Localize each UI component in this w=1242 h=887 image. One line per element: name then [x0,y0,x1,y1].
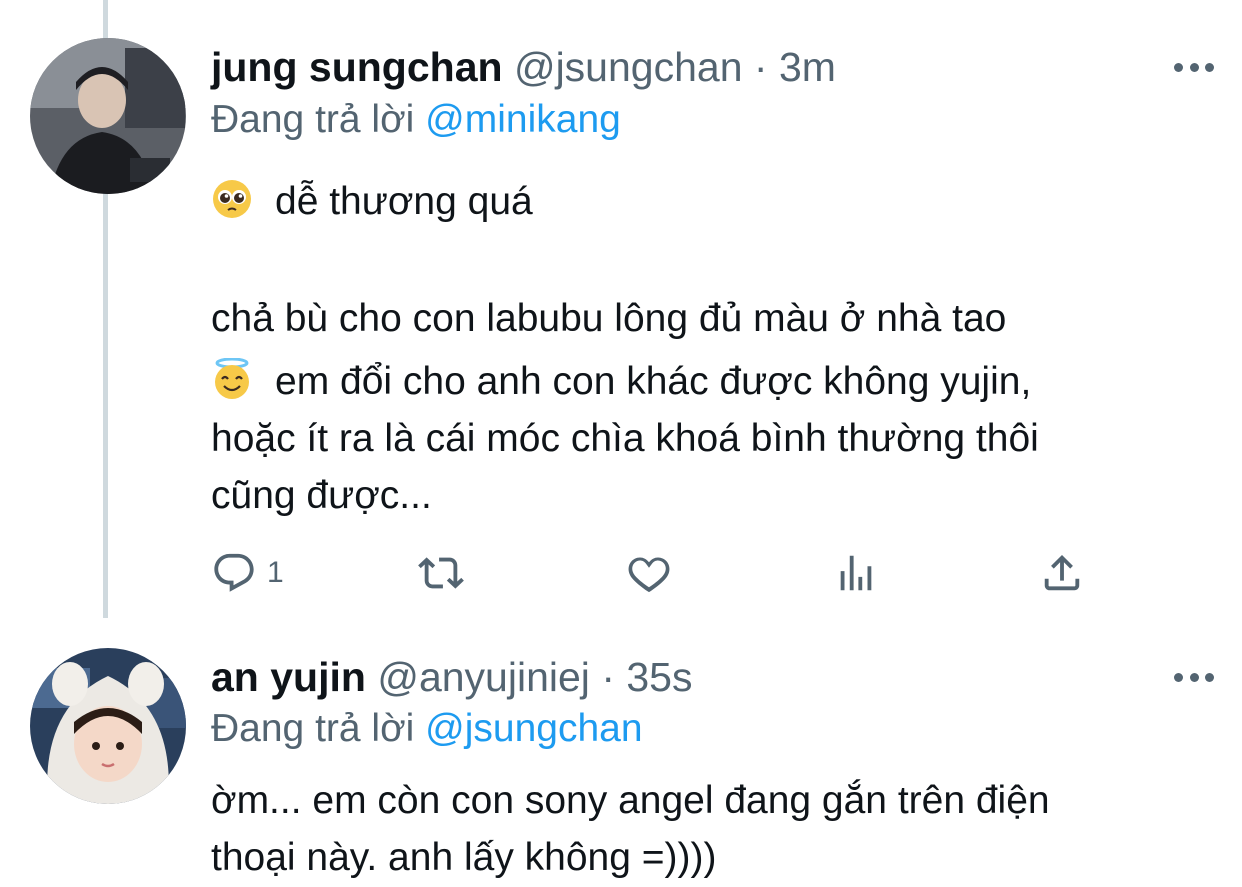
author-handle[interactable]: @jsungchan [514,44,743,90]
retweet-button[interactable] [416,543,466,603]
avatar[interactable] [30,38,186,194]
tweet-text: dễ thương quá chả bù cho con labubu lông… [211,173,1211,524]
pleading-face-emoji [213,180,251,218]
replying-to-label: Đang trả lời [211,707,415,750]
tweet-line: em đổi cho anh con khác được không yujin… [275,360,1032,403]
smiling-face-with-halo-emoji [215,358,249,399]
share-button[interactable] [1039,543,1085,603]
reply-button[interactable]: 1 [211,543,284,603]
tweet-timestamp[interactable]: 3m [779,44,836,90]
tweet-header: jung sungchan @jsungchan · 3m [211,39,836,95]
tweet-anyujiniej[interactable]: an yujin @anyujiniej · 35s Đang trả lời … [0,640,1242,887]
tweet-header: an yujin @anyujiniej · 35s [211,649,692,705]
heart-icon [628,557,670,593]
author-name[interactable]: an yujin [211,654,366,700]
tweet-line: ờm... em còn con sony angel đang gắn trê… [211,779,1050,822]
tweet-text: ờm... em còn con sony angel đang gắn trê… [211,772,1211,886]
tweet-actions: 1 [211,543,1111,603]
replying-to-mention[interactable]: @minikang [425,98,621,141]
author-handle[interactable]: @anyujiniej [377,654,590,700]
analytics-button[interactable] [833,543,879,603]
analytics-bars-icon [840,555,872,591]
author-name[interactable]: jung sungchan [211,44,503,90]
separator-dot: · [601,654,615,700]
tweet-line: dễ thương quá [275,180,533,223]
tweet-line: chả bù cho con labubu lông đủ màu ở nhà … [211,297,1007,340]
tweet-jsungchan[interactable]: jung sungchan @jsungchan · 3m Đang trả l… [0,0,1242,640]
more-dots-icon[interactable] [1174,60,1214,74]
reply-bubble-icon [214,553,254,592]
replying-to-label: Đang trả lời [211,98,415,141]
tweet-line: thoại này. anh lấy không =)))) [211,836,717,879]
retweet-icon [418,557,464,589]
reply-count: 1 [267,556,284,589]
avatar[interactable] [30,648,186,804]
share-upload-icon [1044,554,1080,591]
replying-to-line: Đang trả lời @minikang [211,92,621,148]
more-dots-icon[interactable] [1174,670,1214,684]
tweet-line: cũng được... [211,474,432,517]
tweet-line: hoặc ít ra là cái móc chìa khoá bình thư… [211,417,1039,460]
like-button[interactable] [625,543,673,603]
replying-to-line: Đang trả lời @jsungchan [211,701,643,757]
separator-dot: · [753,44,768,90]
replying-to-mention[interactable]: @jsungchan [425,707,642,750]
tweet-timestamp[interactable]: 35s [626,654,692,700]
